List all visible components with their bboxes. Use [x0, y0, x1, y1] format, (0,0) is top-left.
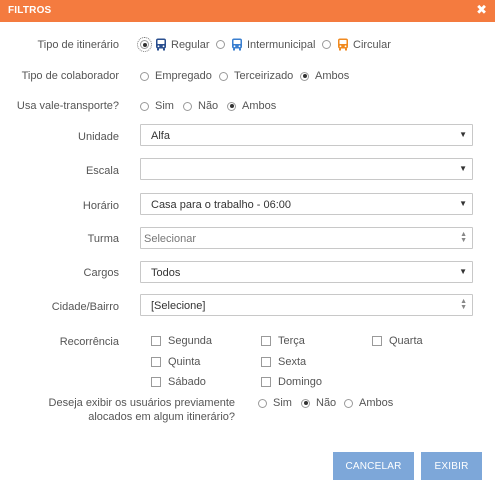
- cargos-select[interactable]: Todos ▼: [140, 261, 473, 283]
- voucher-ambos-label: Ambos: [242, 100, 277, 112]
- employee-terceirizado-label: Terceirizado: [234, 70, 294, 82]
- cancel-button[interactable]: CANCELAR: [333, 452, 414, 480]
- itinerary-circular-option[interactable]: Circular: [322, 38, 391, 51]
- bus-icon: [232, 38, 242, 51]
- day-quarta-checkbox[interactable]: [372, 336, 382, 346]
- employee-ambos-label: Ambos: [315, 70, 350, 82]
- allocated-nao-radio[interactable]: [301, 398, 310, 408]
- unidade-label: Unidade: [78, 131, 119, 143]
- day-quarta-label: Quarta: [389, 335, 423, 347]
- itinerary-intermunicipal-radio[interactable]: [216, 40, 225, 49]
- voucher-sim-radio[interactable]: [140, 101, 149, 111]
- day-sexta-checkbox[interactable]: [261, 357, 271, 367]
- allocated-question-line2: alocados em algum itinerário?: [88, 411, 235, 423]
- day-domingo-checkbox[interactable]: [261, 377, 271, 387]
- cidade-value: [Selecione]: [151, 300, 206, 312]
- spinner-icon: ▲ ▼: [460, 231, 467, 244]
- caret-down-icon: ▼: [459, 130, 467, 139]
- cidade-label: Cidade/Bairro: [51, 301, 119, 313]
- allocated-ambos-radio[interactable]: [344, 398, 353, 408]
- caret-down-icon: ▼: [459, 267, 467, 276]
- day-sexta-option[interactable]: Sexta: [261, 356, 306, 368]
- unidade-value: Alfa: [151, 130, 170, 142]
- voucher-nao-radio[interactable]: [183, 101, 192, 111]
- day-segunda-checkbox[interactable]: [151, 336, 161, 346]
- itinerary-circular-label: Circular: [353, 38, 391, 51]
- escala-label: Escala: [85, 165, 119, 177]
- turma-label: Turma: [87, 233, 119, 245]
- itinerary-intermunicipal-option[interactable]: Intermunicipal: [216, 38, 315, 51]
- horario-select[interactable]: Casa para o trabalho - 06:00 ▼: [140, 193, 473, 215]
- horario-label: Horário: [82, 200, 119, 212]
- itinerary-regular-option[interactable]: Regular: [137, 37, 210, 52]
- itinerary-intermunicipal-label: Intermunicipal: [247, 38, 316, 51]
- employee-ambos-option[interactable]: Ambos: [300, 70, 349, 82]
- turma-select[interactable]: Selecionar ▲ ▼: [140, 227, 473, 249]
- turma-placeholder: Selecionar: [144, 233, 196, 245]
- employee-empregado-radio[interactable]: [140, 71, 149, 81]
- day-segunda-label: Segunda: [168, 335, 213, 347]
- itinerary-type-label: Tipo de itinerário: [37, 39, 119, 51]
- allocated-ambos-option[interactable]: Ambos: [344, 397, 393, 409]
- employee-empregado-option[interactable]: Empregado: [140, 70, 212, 82]
- allocated-question-line1: Deseja exibir os usuários previamente: [48, 397, 235, 409]
- day-sabado-label: Sábado: [168, 376, 206, 388]
- modal-title: FILTROS: [8, 5, 52, 16]
- bus-icon: [156, 38, 166, 51]
- day-sabado-option[interactable]: Sábado: [151, 376, 206, 388]
- itinerary-regular-label: Regular: [171, 38, 210, 51]
- allocated-sim-option[interactable]: Sim: [258, 397, 292, 409]
- submit-button[interactable]: EXIBIR: [421, 452, 482, 480]
- modal-header: FILTROS ✖: [0, 0, 495, 22]
- caret-down-icon: ▼: [459, 199, 467, 208]
- caret-down-icon: ▼: [459, 164, 467, 173]
- day-segunda-option[interactable]: Segunda: [151, 335, 212, 347]
- transport-voucher-label: Usa vale-transporte?: [16, 100, 119, 112]
- employee-terceirizado-option[interactable]: Terceirizado: [219, 70, 293, 82]
- day-domingo-option[interactable]: Domingo: [261, 376, 322, 388]
- allocated-question: Deseja exibir os usuários previamente al…: [49, 396, 235, 424]
- allocated-nao-option[interactable]: Não: [301, 397, 336, 409]
- allocated-nao-label: Não: [316, 397, 337, 409]
- employee-empregado-label: Empregado: [155, 70, 212, 82]
- voucher-nao-label: Não: [198, 100, 219, 112]
- day-terca-checkbox[interactable]: [261, 336, 271, 346]
- itinerary-circular-radio[interactable]: [322, 40, 331, 49]
- close-icon[interactable]: ✖: [476, 3, 487, 17]
- bus-icon: [338, 38, 348, 51]
- day-domingo-label: Domingo: [278, 376, 323, 388]
- escala-select[interactable]: ▼: [140, 158, 473, 180]
- cargos-label: Cargos: [83, 267, 119, 279]
- allocated-ambos-label: Ambos: [359, 397, 394, 409]
- allocated-sim-label: Sim: [273, 397, 292, 409]
- day-quinta-option[interactable]: Quinta: [151, 356, 200, 368]
- horario-value: Casa para o trabalho - 06:00: [151, 199, 292, 211]
- day-quarta-option[interactable]: Quarta: [372, 335, 423, 347]
- spinner-icon: ▲ ▼: [460, 298, 467, 311]
- cargos-value: Todos: [151, 267, 181, 279]
- employee-ambos-radio[interactable]: [300, 71, 309, 81]
- voucher-ambos-option[interactable]: Ambos: [227, 100, 276, 112]
- voucher-ambos-radio[interactable]: [227, 101, 236, 111]
- itinerary-regular-radio[interactable]: [137, 37, 152, 52]
- day-terca-label: Terça: [278, 335, 305, 347]
- voucher-nao-option[interactable]: Não: [183, 100, 218, 112]
- cidade-select[interactable]: [Selecione] ▲ ▼: [140, 294, 473, 316]
- day-sexta-label: Sexta: [278, 356, 307, 368]
- day-sabado-checkbox[interactable]: [151, 377, 161, 387]
- filters-modal: FILTROS ✖ Tipo de itinerário Regular Int…: [0, 0, 495, 495]
- day-terca-option[interactable]: Terça: [261, 335, 305, 347]
- day-quinta-checkbox[interactable]: [151, 357, 161, 367]
- unidade-select[interactable]: Alfa ▼: [140, 124, 473, 146]
- recurrence-label: Recorrência: [59, 336, 119, 348]
- voucher-sim-option[interactable]: Sim: [140, 100, 174, 112]
- employee-type-label: Tipo de colaborador: [21, 70, 119, 82]
- allocated-sim-radio[interactable]: [258, 398, 267, 408]
- voucher-sim-label: Sim: [155, 100, 174, 112]
- employee-terceirizado-radio[interactable]: [219, 71, 228, 81]
- day-quinta-label: Quinta: [168, 356, 201, 368]
